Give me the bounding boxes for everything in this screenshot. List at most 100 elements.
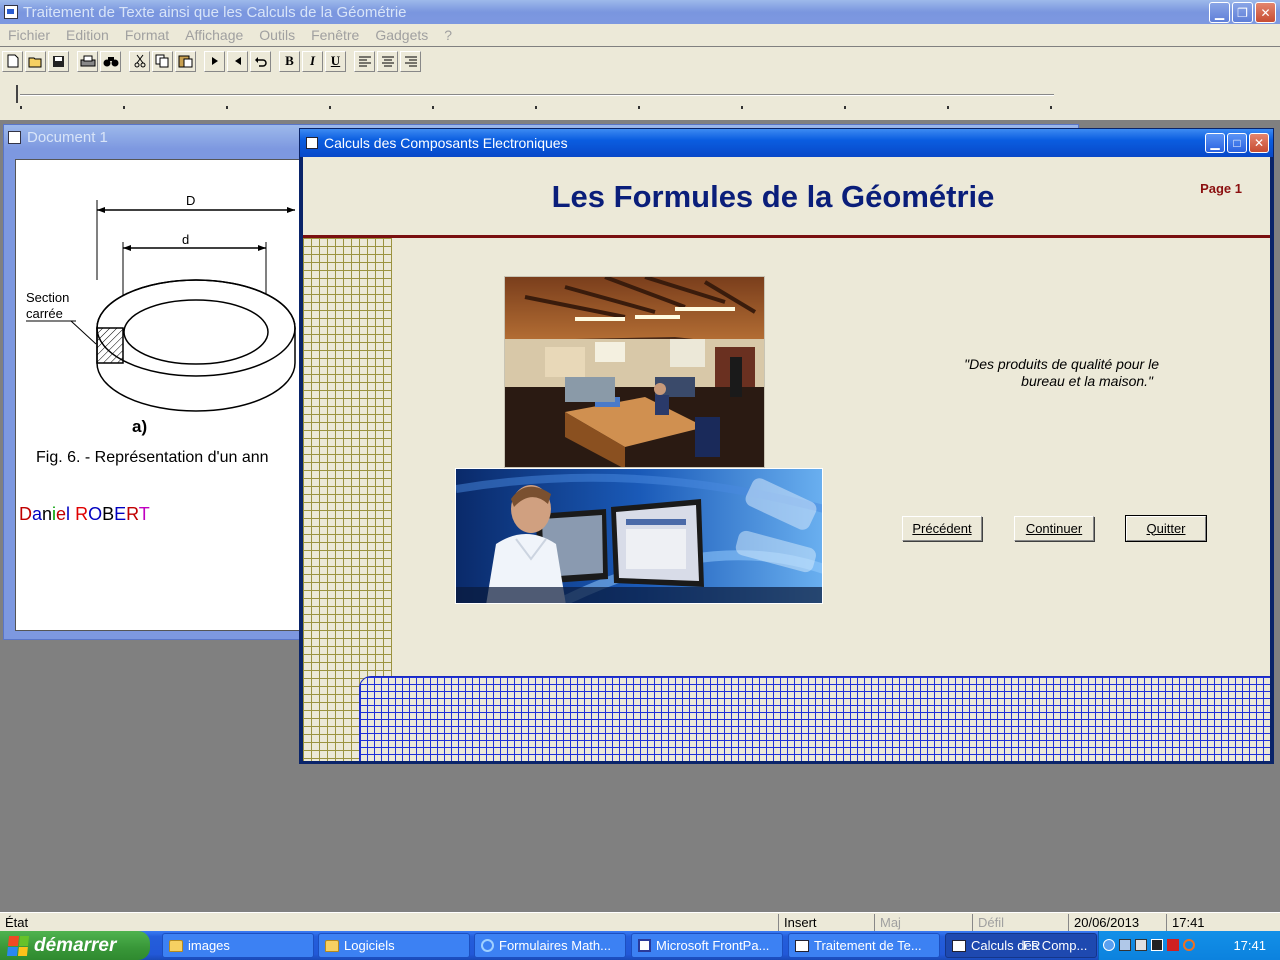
author-letter: e (56, 504, 67, 524)
menu-bar: Fichier Edition Format Affichage Outils … (0, 24, 1280, 46)
menu-gadgets[interactable]: Gadgets (367, 27, 436, 43)
arrowhead (258, 245, 266, 251)
status-scroll: Défil (972, 914, 1068, 931)
ruler-tick (638, 106, 640, 109)
print-icon[interactable] (77, 50, 98, 72)
toolbar: B I U (0, 47, 1280, 75)
leader-line (70, 320, 97, 345)
undo-icon[interactable] (250, 50, 271, 72)
office-photo (504, 276, 765, 468)
slogan-line1: "Des produits de qualité pour le (964, 356, 1159, 372)
show-hidden-icons-icon[interactable] (1103, 939, 1115, 951)
menu-help[interactable]: ? (436, 27, 460, 43)
author-letter: R (126, 504, 139, 524)
task-calculs[interactable]: Calculs des Comp... (945, 933, 1097, 958)
printer-icon[interactable] (1135, 939, 1147, 951)
internet-explorer-icon (481, 939, 494, 952)
menu-edition[interactable]: Edition (58, 27, 117, 43)
ruler-track (20, 94, 1054, 96)
play-back-icon[interactable] (227, 50, 248, 72)
close-button[interactable]: ✕ (1255, 2, 1276, 23)
minimize-button[interactable]: ▁ (1209, 2, 1230, 23)
cut-icon[interactable] (129, 50, 150, 72)
author-name: Daniel ROBERT (19, 504, 150, 525)
status-state: État (5, 915, 29, 930)
bold-button[interactable]: B (279, 50, 300, 72)
italic-button[interactable]: I (302, 50, 323, 72)
align-left-icon[interactable] (354, 50, 375, 72)
monitor-icon[interactable] (1151, 939, 1163, 951)
app-tray-icon[interactable] (1167, 939, 1179, 951)
ruler-tick (432, 106, 434, 109)
ring-inner-ellipse (123, 299, 269, 365)
arrowhead (123, 245, 131, 251)
copy-icon[interactable] (152, 50, 173, 72)
status-time: 17:41 (1166, 914, 1262, 931)
author-letter: T (138, 504, 150, 524)
new-file-icon[interactable] (2, 50, 23, 72)
task-formulaires[interactable]: Formulaires Math... (474, 933, 626, 958)
arrowhead (97, 207, 105, 213)
app-window-controls: ▁ ❐ ✕ (1209, 2, 1276, 23)
heading-divider (303, 235, 1270, 238)
author-letter: R (75, 504, 89, 524)
menu-fichier[interactable]: Fichier (0, 27, 58, 43)
task-label: Traitement de Te... (814, 938, 922, 953)
continue-button[interactable]: Continuer (1014, 516, 1094, 541)
ruler-tick (1050, 106, 1052, 109)
start-button[interactable]: démarrer (0, 931, 150, 960)
task-label: Formulaires Math... (499, 938, 611, 953)
figure-caption: Fig. 6. - Représentation d'un ann (36, 449, 269, 466)
ruler-tick (123, 106, 125, 109)
task-images[interactable]: images (162, 933, 314, 958)
dialog-title-bar[interactable]: Calculs des Composants Electroniques ▁ □… (300, 129, 1273, 157)
section-label-line2: carrée (26, 306, 63, 321)
start-label: démarrer (34, 934, 117, 956)
align-center-icon[interactable] (377, 50, 398, 72)
ruler-indent-handle[interactable] (16, 85, 24, 103)
paste-icon[interactable] (175, 50, 196, 72)
decorative-grid-bottom (359, 676, 1270, 761)
align-right-icon[interactable] (400, 50, 421, 72)
task-label: images (188, 938, 230, 953)
previous-button[interactable]: Précédent (902, 516, 982, 541)
task-traitement[interactable]: Traitement de Te... (788, 933, 940, 958)
document-icon[interactable] (8, 130, 21, 144)
app-window-icon (952, 939, 966, 952)
ruler-tick (844, 106, 846, 109)
dialog-minimize-button[interactable]: ▁ (1205, 133, 1225, 153)
quit-button[interactable]: Quitter (1125, 515, 1207, 542)
infinity-icon[interactable] (1183, 939, 1195, 951)
menu-affichage[interactable]: Affichage (177, 27, 251, 43)
play-forward-icon[interactable] (204, 50, 225, 72)
folder-icon (325, 939, 339, 952)
technician-photo (455, 468, 823, 604)
task-frontpage[interactable]: Microsoft FrontPa... (631, 933, 783, 958)
calculs-dialog[interactable]: Calculs des Composants Electroniques ▁ □… (299, 128, 1274, 764)
dialog-icon[interactable] (306, 137, 318, 149)
save-icon[interactable] (48, 50, 69, 72)
menu-format[interactable]: Format (117, 27, 177, 43)
underline-button[interactable]: U (325, 50, 346, 72)
restore-button[interactable]: ❐ (1232, 2, 1253, 23)
open-folder-icon[interactable] (25, 50, 46, 72)
menu-fenetre[interactable]: Fenêtre (303, 27, 367, 43)
author-letter: D (19, 504, 32, 524)
app-window-icon (795, 939, 809, 952)
author-letter: n (42, 504, 53, 524)
page-number-label: Page 1 (1200, 181, 1242, 196)
dialog-close-button[interactable]: ✕ (1249, 133, 1269, 153)
taskbar-clock: 17:41 (1233, 938, 1266, 953)
app-title-bar[interactable]: Traitement de Texte ainsi que les Calcul… (0, 0, 1280, 24)
windows-logo-icon (6, 935, 30, 956)
author-letter: a (32, 504, 43, 524)
task-logiciels[interactable]: Logiciels (318, 933, 470, 958)
find-binoculars-icon[interactable] (100, 50, 121, 72)
language-indicator[interactable]: FR (1023, 938, 1040, 953)
menu-outils[interactable]: Outils (251, 27, 303, 43)
ring-diagram: D d Section carrée a) (26, 193, 296, 436)
status-insert: Insert (778, 914, 872, 931)
app-icon[interactable] (4, 5, 18, 19)
network-icon[interactable] (1119, 939, 1131, 951)
dialog-maximize-button[interactable]: □ (1227, 133, 1247, 153)
